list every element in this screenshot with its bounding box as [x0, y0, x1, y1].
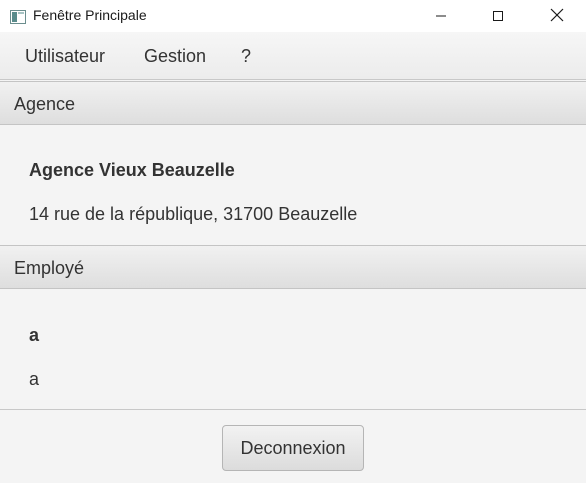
- menu-utilisateur[interactable]: Utilisateur: [25, 46, 105, 67]
- employe-pane-header[interactable]: Employé: [0, 245, 586, 289]
- employe-pane-content: a a: [0, 289, 586, 409]
- minimize-icon: [435, 7, 447, 26]
- agence-name: Agence Vieux Beauzelle: [29, 160, 235, 180]
- menu-gestion[interactable]: Gestion: [144, 46, 206, 67]
- employe-pane-title: Employé: [14, 258, 85, 278]
- title-bar: Fenêtre Principale: [0, 0, 586, 32]
- menu-help[interactable]: ?: [241, 46, 251, 67]
- logout-button[interactable]: Deconnexion: [222, 425, 364, 471]
- window-title: Fenêtre Principale: [33, 7, 147, 23]
- agence-pane-title: Agence: [14, 94, 76, 114]
- main-window: Fenêtre Principale Utilisateur Gestion ?…: [0, 0, 586, 483]
- footer-divider: [0, 409, 586, 410]
- close-icon: [550, 7, 564, 26]
- agence-address: 14 rue de la république, 31700 Beauzelle: [29, 204, 358, 224]
- close-button[interactable]: [534, 0, 580, 32]
- agence-pane-content: Agence Vieux Beauzelle 14 rue de la répu…: [0, 125, 586, 245]
- minimize-button[interactable]: [418, 0, 464, 32]
- maximize-icon: [492, 7, 504, 26]
- app-icon: [10, 9, 26, 24]
- employe-detail: a: [29, 369, 40, 389]
- menu-bar: Utilisateur Gestion ?: [0, 32, 586, 80]
- employe-name: a: [29, 325, 40, 345]
- maximize-button[interactable]: [475, 0, 521, 32]
- agence-pane-header[interactable]: Agence: [0, 81, 586, 125]
